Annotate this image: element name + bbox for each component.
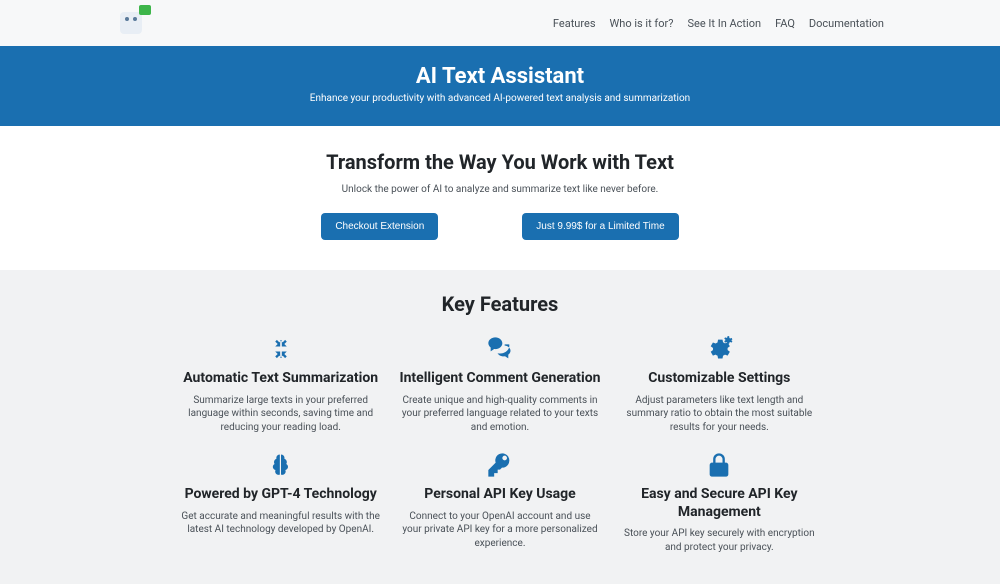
feature-card: Powered by GPT-4 Technology Get accurate… (180, 450, 381, 554)
hero: AI Text Assistant Enhance your productiv… (0, 46, 1000, 126)
logo[interactable] (116, 8, 146, 38)
feature-desc: Summarize large texts in your preferred … (180, 394, 381, 435)
feature-desc: Store your API key securely with encrypt… (619, 527, 820, 554)
feature-title: Intelligent Comment Generation (399, 370, 600, 388)
hero-title: AI Text Assistant (0, 64, 1000, 89)
nav-docs[interactable]: Documentation (809, 17, 884, 30)
brain-icon (266, 450, 296, 480)
feature-card: Automatic Text Summarization Summarize l… (180, 334, 381, 434)
transform-title: Transform the Way You Work with Text (0, 150, 1000, 174)
main-nav: Features Who is it for? See It In Action… (553, 17, 884, 30)
features-title: Key Features (0, 292, 1000, 316)
transform-text: Unlock the power of AI to analyze and su… (0, 184, 1000, 195)
feature-desc: Connect to your OpenAI account and use y… (399, 510, 600, 551)
transform-section: Transform the Way You Work with Text Unl… (0, 126, 1000, 270)
hero-subtitle: Enhance your productivity with advanced … (0, 93, 1000, 104)
feature-title: Automatic Text Summarization (180, 370, 381, 388)
comments-icon (485, 334, 515, 364)
feature-card: Easy and Secure API Key Management Store… (619, 450, 820, 554)
nav-faq[interactable]: FAQ (775, 17, 795, 30)
feature-desc: Adjust parameters like text length and s… (619, 394, 820, 435)
features-section: Key Features Automatic Text Summarizatio… (0, 270, 1000, 584)
gears-icon (704, 334, 734, 364)
feature-title: Customizable Settings (619, 370, 820, 388)
feature-title: Powered by GPT-4 Technology (180, 486, 381, 504)
feature-title: Easy and Secure API Key Management (619, 486, 820, 521)
compress-icon (266, 334, 296, 364)
checkout-button[interactable]: Checkout Extension (321, 213, 438, 240)
key-icon (485, 450, 515, 480)
feature-card: Intelligent Comment Generation Create un… (399, 334, 600, 434)
feature-card: Personal API Key Usage Connect to your O… (399, 450, 600, 554)
feature-title: Personal API Key Usage (399, 486, 600, 504)
feature-desc: Create unique and high-quality comments … (399, 394, 600, 435)
lock-icon (704, 450, 734, 480)
price-button[interactable]: Just 9.99$ for a Limited Time (522, 213, 678, 240)
nav-features[interactable]: Features (553, 17, 596, 30)
feature-desc: Get accurate and meaningful results with… (180, 510, 381, 537)
nav-action[interactable]: See It In Action (687, 17, 761, 30)
feature-card: Customizable Settings Adjust parameters … (619, 334, 820, 434)
nav-who[interactable]: Who is it for? (610, 17, 674, 30)
topbar: Features Who is it for? See It In Action… (0, 0, 1000, 46)
